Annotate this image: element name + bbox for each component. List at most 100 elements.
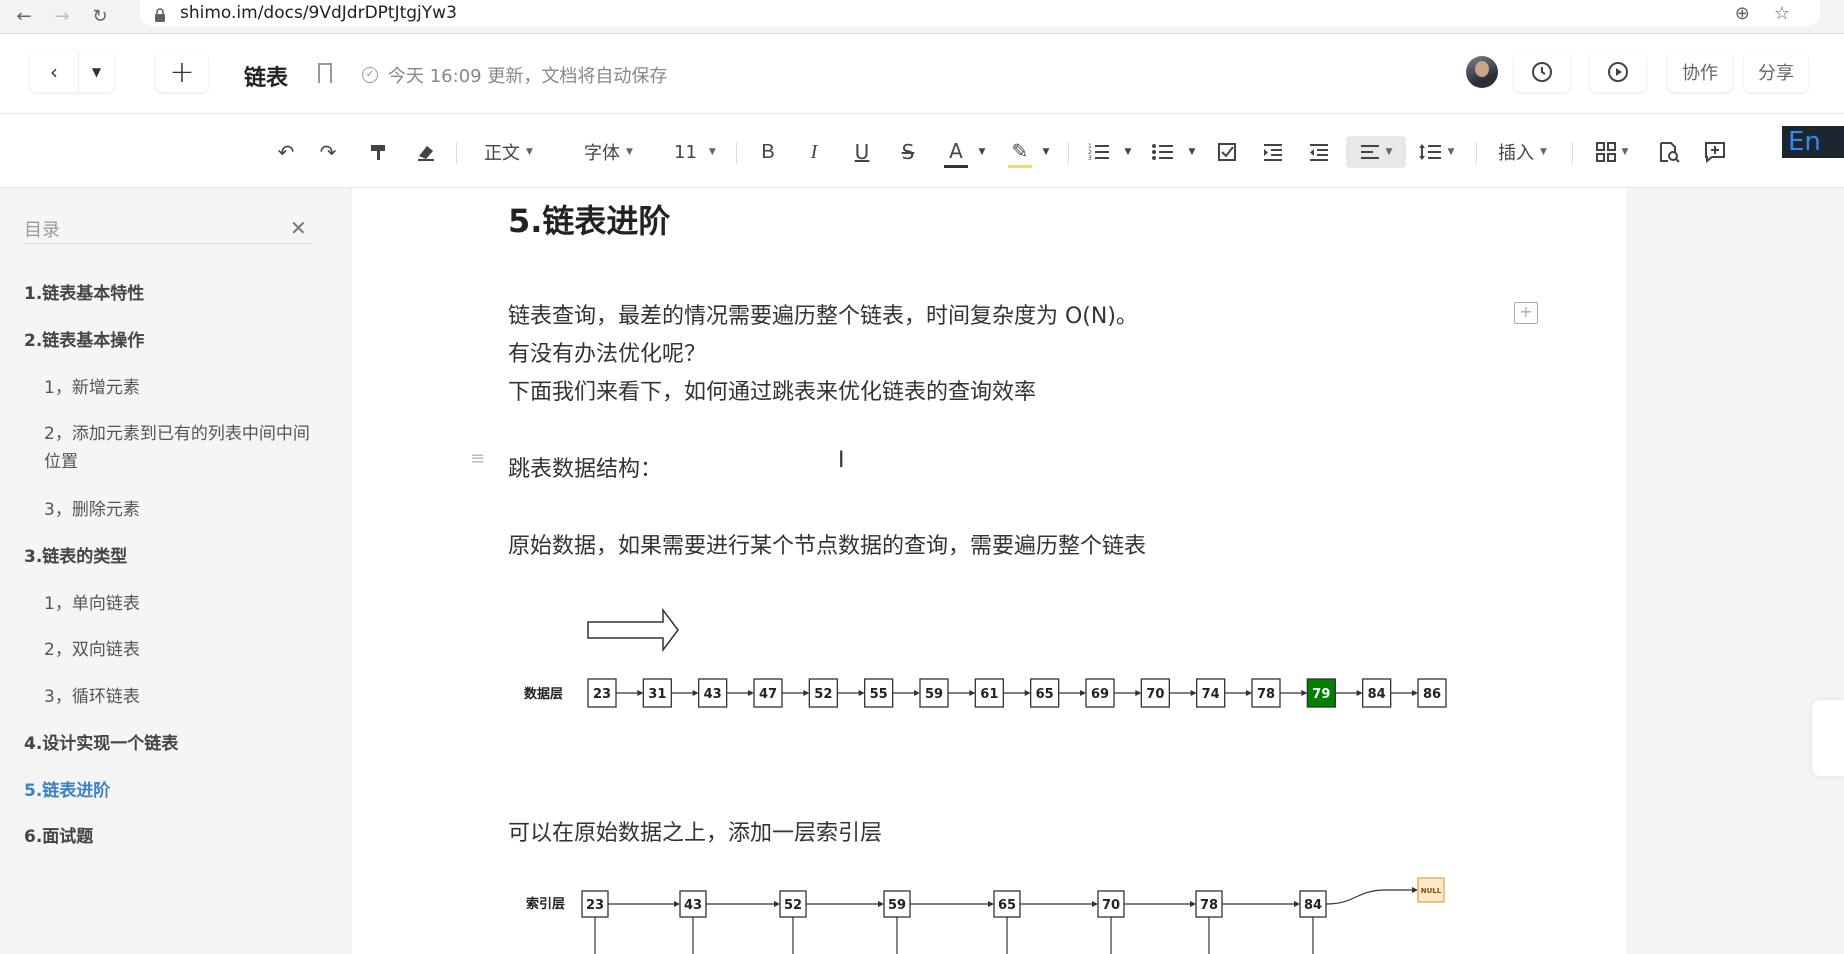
arrow-head-icon bbox=[1412, 887, 1418, 893]
paragraph-style-label: 正文 bbox=[484, 143, 520, 164]
back-arrow-icon[interactable]: ← bbox=[10, 6, 38, 27]
toc-item[interactable]: 1，新增元素 bbox=[44, 374, 310, 402]
format-painter-icon[interactable] bbox=[362, 136, 394, 168]
share-button[interactable]: 分享 bbox=[1744, 52, 1808, 92]
undo-button[interactable]: ↶ bbox=[270, 136, 302, 168]
strikethrough-button[interactable]: S bbox=[896, 136, 920, 168]
caret-down-icon: ▼ bbox=[1447, 147, 1455, 157]
toc-item-active[interactable]: 5.链表进阶 bbox=[24, 777, 110, 805]
new-doc-button[interactable]: + bbox=[156, 52, 208, 92]
bold-button[interactable]: B bbox=[756, 136, 780, 168]
caret-down-icon: ▼ bbox=[526, 147, 533, 157]
paragraph-style-select[interactable]: 正文 ▼ bbox=[484, 136, 533, 168]
checklist-icon[interactable] bbox=[1212, 136, 1242, 168]
toc-item[interactable]: 2，添加元素到已有的列表中间中间位置 bbox=[44, 420, 310, 476]
toc-item[interactable]: 2，双向链表 bbox=[44, 636, 310, 664]
node-value: 79 bbox=[1312, 687, 1330, 702]
format-toolbar: ↶ ↷ 正文 ▼ 字体 ▼ 11 ▼ B I U S A ▼ ✎ ▼ 123 ▼ ▼ … bbox=[0, 114, 1844, 188]
toc-sidebar: 目录 ✕ 1.链表基本特性 2.链表基本操作 1，新增元素 2，添加元素到已有的… bbox=[0, 188, 350, 954]
arrow-head-icon bbox=[1024, 690, 1031, 696]
paragraph[interactable]: 原始数据，如果需要进行某个节点数据的查询，需要遍历整个链表 bbox=[508, 528, 1146, 560]
underline-button[interactable]: U bbox=[850, 136, 874, 168]
node-value: 78 bbox=[1200, 898, 1218, 913]
caret-down-icon[interactable]: ▼ bbox=[1122, 136, 1134, 168]
history-button[interactable] bbox=[1514, 52, 1570, 92]
font-select[interactable]: 字体 ▼ bbox=[584, 136, 633, 168]
ordered-list-icon[interactable]: 123 bbox=[1084, 136, 1114, 168]
drag-handle-icon[interactable]: ≡ bbox=[470, 450, 486, 468]
forward-arrow-icon[interactable]: → bbox=[48, 6, 76, 27]
redo-button[interactable]: ↷ bbox=[312, 136, 344, 168]
reload-icon[interactable]: ↻ bbox=[86, 6, 114, 27]
node-value: 23 bbox=[586, 898, 604, 913]
indent-icon[interactable] bbox=[1258, 136, 1288, 168]
highlight-icon[interactable]: ✎ bbox=[1008, 136, 1032, 168]
caret-down-icon[interactable]: ▼ bbox=[1186, 136, 1198, 168]
toc-item[interactable]: 3，删除元素 bbox=[44, 496, 310, 524]
collaborate-button[interactable]: 协作 bbox=[1668, 52, 1732, 92]
toc-item[interactable]: 1.链表基本特性 bbox=[24, 280, 144, 308]
toc-item[interactable]: 3，循环链表 bbox=[44, 683, 310, 711]
arrow-head-icon bbox=[1080, 690, 1086, 696]
big-arrow-icon bbox=[587, 607, 679, 653]
present-button[interactable] bbox=[1590, 52, 1646, 92]
align-left-button[interactable]: ▼ bbox=[1346, 136, 1406, 168]
check-circle-icon: ✓ bbox=[362, 67, 378, 83]
nav-button-group: ‹ ▼ bbox=[30, 52, 114, 92]
toc-item[interactable]: 4.设计实现一个链表 bbox=[24, 730, 178, 758]
address-bar[interactable]: shimo.im/docs/9VdJdrDPtJtgjYw3 ⊕ ☆ bbox=[140, 0, 1820, 26]
arrow-head-icon bbox=[1356, 690, 1363, 696]
doc-title[interactable]: 链表 bbox=[244, 60, 288, 92]
clear-format-icon[interactable] bbox=[410, 136, 442, 168]
paragraph[interactable]: 跳表数据结构： bbox=[508, 451, 662, 483]
data-layer-diagram: 数据层 23 31 43 47 52 55 59 61 65 69 70 74 78 79 84 86 bbox=[524, 607, 1447, 708]
paragraph[interactable]: 下面我们来看下，如何通过跳表来优化链表的查询效率 bbox=[508, 374, 1036, 406]
node-value: 69 bbox=[1091, 687, 1109, 702]
paragraph[interactable]: 链表查询，最差的情况需要遍历整个链表，时间复杂度为 O(N)。 bbox=[508, 298, 1138, 330]
italic-button[interactable]: I bbox=[802, 136, 826, 168]
arrow-head-icon bbox=[774, 901, 780, 907]
node-value: 78 bbox=[1257, 687, 1275, 702]
paragraph[interactable]: 可以在原始数据之上，添加一层索引层 bbox=[508, 815, 882, 847]
arrow-head-icon bbox=[674, 901, 680, 907]
font-size-select[interactable]: 11 ▼ bbox=[674, 136, 716, 168]
node-value: 70 bbox=[1146, 687, 1164, 702]
history-dropdown-button[interactable]: ▼ bbox=[78, 52, 114, 92]
bullet-list-icon[interactable] bbox=[1148, 136, 1178, 168]
toc-item[interactable]: 1，单向链表 bbox=[44, 590, 310, 618]
paragraph[interactable]: 有没有办法优化呢？ bbox=[508, 336, 706, 368]
lock-icon bbox=[154, 7, 166, 22]
section-heading[interactable]: 5.链表进阶 bbox=[508, 196, 670, 242]
side-panel-tab[interactable] bbox=[1812, 700, 1844, 776]
toc-item[interactable]: 3.链表的类型 bbox=[24, 543, 127, 571]
text-color-button[interactable]: A bbox=[944, 136, 968, 168]
layer-label: 数据层 bbox=[524, 686, 563, 702]
insert-menu[interactable]: 插入 ▼ bbox=[1498, 136, 1547, 168]
outdent-icon[interactable] bbox=[1304, 136, 1334, 168]
arrow-head-icon bbox=[1190, 901, 1196, 907]
node-value: 59 bbox=[888, 898, 906, 913]
caret-down-icon[interactable]: ▼ bbox=[976, 136, 988, 168]
close-icon[interactable]: ✕ bbox=[290, 216, 307, 240]
table-button[interactable]: ▼ bbox=[1590, 136, 1634, 168]
add-comment-icon[interactable] bbox=[1700, 136, 1730, 168]
play-icon bbox=[1608, 62, 1628, 82]
star-icon[interactable]: ☆ bbox=[1774, 3, 1790, 24]
save-status: ✓ 今天 16:09 更新，文档将自动保存 bbox=[362, 62, 667, 88]
find-doc-icon[interactable] bbox=[1654, 136, 1684, 168]
back-button[interactable]: ‹ bbox=[30, 52, 78, 92]
caret-down-icon: ▼ bbox=[708, 147, 716, 157]
line-height-button[interactable]: ▼ bbox=[1414, 136, 1458, 168]
zoom-icon[interactable]: ⊕ bbox=[1735, 3, 1750, 24]
caret-down-icon[interactable]: ▼ bbox=[1040, 136, 1052, 168]
grid-icon bbox=[1595, 142, 1616, 162]
arrow-head-icon bbox=[1190, 690, 1197, 696]
avatar[interactable] bbox=[1466, 56, 1498, 88]
add-comment-icon[interactable]: + bbox=[1514, 302, 1538, 324]
toc-item[interactable]: 2.链表基本操作 bbox=[24, 327, 144, 355]
line-height-icon bbox=[1418, 144, 1441, 160]
toc-item[interactable]: 6.面试题 bbox=[24, 823, 93, 851]
url-text[interactable]: shimo.im/docs/9VdJdrDPtJtgjYw3 bbox=[180, 3, 457, 23]
bookmark-icon[interactable] bbox=[318, 63, 332, 83]
node-value: 52 bbox=[784, 898, 802, 913]
